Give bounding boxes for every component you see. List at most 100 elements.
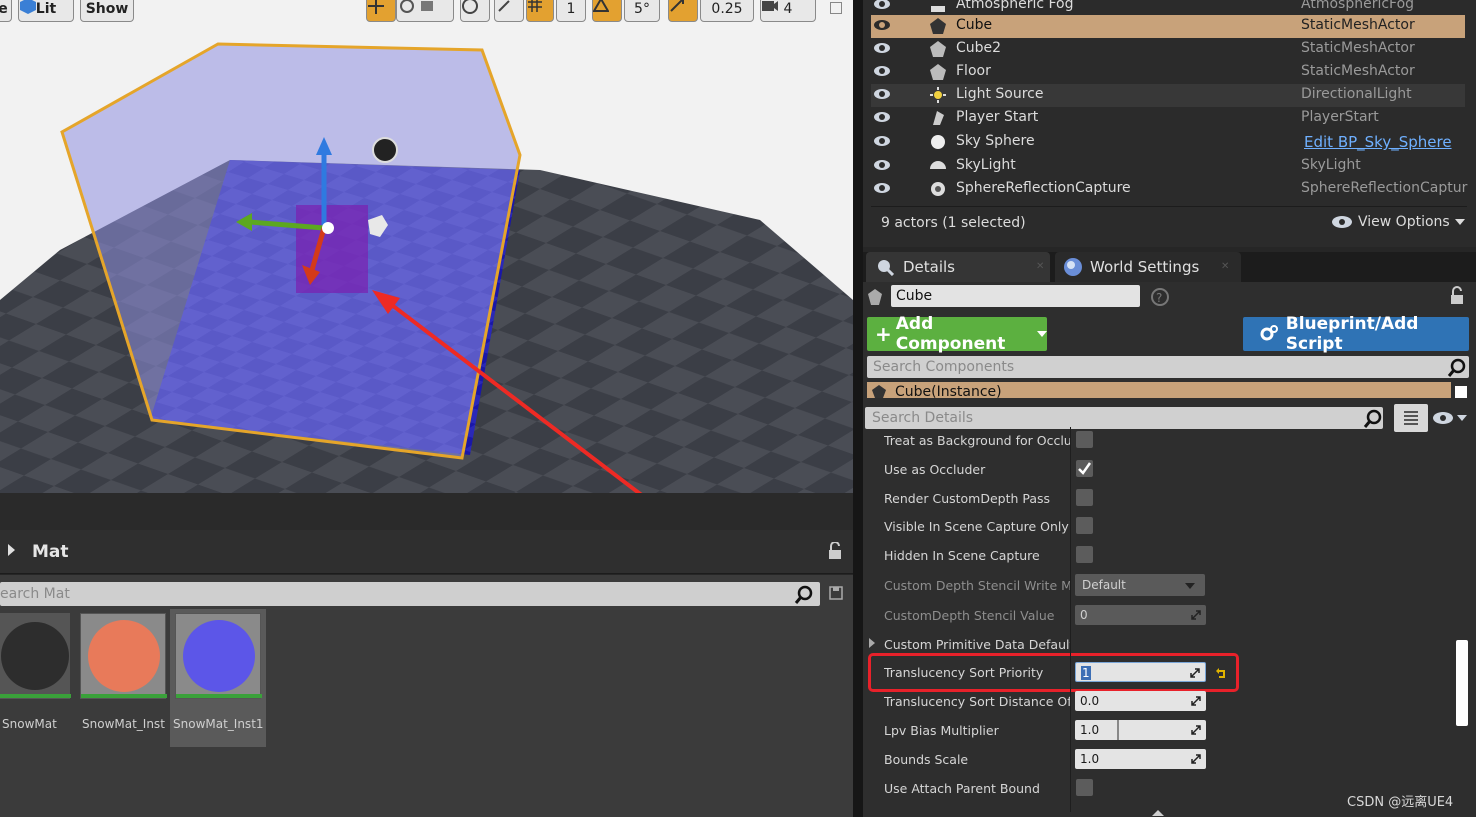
details-view-options[interactable] xyxy=(1432,411,1467,425)
cube-icon xyxy=(20,0,36,14)
lit-label: Lit xyxy=(35,1,57,17)
outliner-row[interactable]: Light Source DirectionalLight xyxy=(871,84,1465,107)
property-checkbox[interactable] xyxy=(1076,779,1093,796)
details-scrollbar-thumb[interactable] xyxy=(1456,640,1468,726)
eye-icon xyxy=(1332,216,1352,228)
rotation-snap-dropdown[interactable]: 5° xyxy=(624,0,660,22)
scale-snap-button[interactable] xyxy=(668,0,698,22)
search-icon[interactable] xyxy=(1363,409,1383,429)
show-label: Show xyxy=(85,1,129,17)
visibility-eye-icon[interactable] xyxy=(873,42,891,54)
outliner-row[interactable]: SphereReflectionCapture SphereReflection… xyxy=(871,178,1468,201)
expand-arrow-icon[interactable] xyxy=(8,544,15,556)
visibility-eye-icon[interactable] xyxy=(873,135,891,147)
outliner-row[interactable]: Cube2 StaticMeshActor xyxy=(871,38,1465,61)
close-icon[interactable]: ✕ xyxy=(1036,252,1044,282)
close-icon[interactable]: ✕ xyxy=(1221,252,1229,282)
static-mesh-icon xyxy=(930,64,946,80)
chevron-down-icon xyxy=(1457,415,1467,421)
asset-thumbnail[interactable] xyxy=(0,613,71,699)
stencil-value-input[interactable]: 0 xyxy=(1075,605,1206,625)
search-components-placeholder: Search Components xyxy=(873,359,1015,375)
panel-splitter[interactable] xyxy=(853,0,863,817)
asset-thumbnail[interactable] xyxy=(80,613,167,699)
scale-snap-dropdown[interactable]: 0.25 xyxy=(700,0,754,22)
rotation-snap-button[interactable] xyxy=(592,0,622,22)
visibility-eye-icon[interactable] xyxy=(873,182,891,194)
actor-name: SphereReflectionCapture xyxy=(956,180,1131,196)
visibility-eye-icon[interactable] xyxy=(873,0,891,10)
view-options-button[interactable]: View Options xyxy=(1331,214,1465,230)
search-icon[interactable] xyxy=(794,585,814,605)
visibility-eye-icon[interactable] xyxy=(873,88,891,100)
camera-speed-button[interactable]: 4 xyxy=(760,0,816,22)
world-local-button[interactable] xyxy=(460,0,490,22)
help-icon[interactable]: ? xyxy=(1151,288,1169,306)
search-icon[interactable] xyxy=(1447,358,1467,378)
svg-text:?: ? xyxy=(1156,291,1162,305)
actor-type: SphereReflectionCaptur xyxy=(1301,180,1468,196)
show-button[interactable]: Show xyxy=(80,0,134,22)
property-checkbox[interactable] xyxy=(1076,431,1093,448)
grid-size-dropdown[interactable]: 1 xyxy=(556,0,586,22)
asset-label: SnowMat_Inst xyxy=(82,717,165,731)
globe-icon xyxy=(462,0,478,14)
lock-icon[interactable] xyxy=(826,542,844,560)
world-outliner: Atmospheric Fog AtmosphericFog Cube Stat… xyxy=(863,0,1476,247)
static-mesh-icon xyxy=(872,385,886,398)
expand-arrow-icon[interactable] xyxy=(869,638,875,648)
blueprint-add-script-button[interactable]: Blueprint/Add Script xyxy=(1243,314,1469,354)
property-row: Custom Depth Stencil Write Mas Default xyxy=(863,572,1463,600)
grid-snap-button[interactable] xyxy=(526,0,554,22)
tab-details-label: Details xyxy=(903,258,956,276)
static-mesh-icon xyxy=(930,18,946,34)
visibility-eye-icon[interactable] xyxy=(873,19,891,31)
maximize-viewport-icon[interactable] xyxy=(830,2,842,14)
tab-world-settings[interactable]: World Settings ✕ xyxy=(1055,252,1241,282)
outliner-row[interactable]: Floor StaticMeshActor xyxy=(871,61,1465,84)
asset-thumbnail[interactable] xyxy=(175,613,262,699)
details-panel: Cube ? + Add Component Blueprint/Add Scr… xyxy=(863,282,1476,817)
actor-name: Player Start xyxy=(956,109,1039,125)
rotate-scale-tools[interactable] xyxy=(396,0,454,22)
property-checkbox[interactable] xyxy=(1076,546,1093,563)
reflection-icon xyxy=(931,182,945,196)
property-checkbox[interactable] xyxy=(1076,489,1093,506)
chevron-up-icon[interactable] xyxy=(1152,810,1164,816)
level-viewport[interactable]: e Lit Show 1 5° 0.25 4 xyxy=(0,0,853,493)
search-details-input[interactable]: Search Details xyxy=(865,407,1383,429)
search-components-input[interactable]: Search Components xyxy=(867,356,1469,378)
outliner-row-selected[interactable]: Cube StaticMeshActor xyxy=(871,15,1465,38)
number-input[interactable]: 1.0 xyxy=(1075,749,1206,769)
outliner-row[interactable]: Sky Sphere Edit BP_Sky_Sphere xyxy=(871,131,1465,154)
viewport-mode-button[interactable]: e xyxy=(0,0,12,22)
property-checkbox[interactable] xyxy=(1076,517,1093,534)
visibility-eye-icon[interactable] xyxy=(873,111,891,123)
visibility-eye-icon[interactable] xyxy=(873,65,891,77)
save-icon[interactable] xyxy=(829,586,843,600)
tab-details[interactable]: Details ✕ xyxy=(866,252,1050,282)
edit-blueprint-link[interactable]: Edit BP_Sky_Sphere xyxy=(1304,133,1452,151)
visibility-eye-icon[interactable] xyxy=(873,159,891,171)
number-input[interactable]: 0.0 xyxy=(1075,691,1206,711)
outliner-row[interactable]: SkyLight SkyLight xyxy=(871,155,1465,178)
number-value: 1.0 xyxy=(1080,752,1100,766)
details-icon xyxy=(878,260,894,276)
globe-icon xyxy=(1064,258,1082,276)
translate-tool-button[interactable] xyxy=(366,0,396,22)
add-component-button[interactable]: + Add Component xyxy=(867,314,1047,354)
lit-button[interactable]: Lit xyxy=(18,0,74,22)
asset-search-input[interactable]: earch Mat xyxy=(0,582,820,606)
stencil-write-mask-dropdown[interactable]: Default xyxy=(1075,574,1205,596)
component-tree-row-selected[interactable]: Cube(Instance) xyxy=(867,382,1451,398)
actor-name-input[interactable]: Cube xyxy=(891,285,1140,307)
number-input[interactable]: 1.0 xyxy=(1075,720,1206,740)
outliner-row[interactable]: Player Start PlayerStart xyxy=(871,107,1465,130)
property-row: Lpv Bias Multiplier 1.0 xyxy=(863,717,1463,745)
property-row: Render CustomDepth Pass xyxy=(863,485,1463,513)
surface-snap-button[interactable] xyxy=(494,0,524,22)
property-checkbox-checked[interactable] xyxy=(1076,460,1093,477)
lock-icon[interactable] xyxy=(1448,286,1466,306)
scroll-thumb[interactable] xyxy=(1455,386,1467,398)
selected-plane xyxy=(296,205,368,293)
